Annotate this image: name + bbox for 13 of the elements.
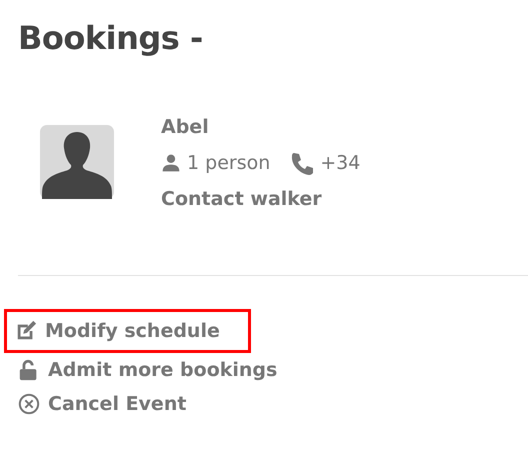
action-link[interactable]: Admit more bookings	[18, 356, 278, 384]
phone-icon	[290, 151, 314, 175]
edit-icon	[15, 320, 37, 342]
contact-link[interactable]: Contact walker	[161, 185, 374, 213]
page-title: Bookings -	[18, 18, 204, 59]
avatar-icon	[40, 125, 114, 199]
action-link[interactable]: Cancel Event	[18, 390, 186, 418]
booker-name: Abel	[161, 115, 210, 140]
person-icon	[161, 153, 181, 173]
action-link[interactable]: Modify schedule	[7, 312, 248, 350]
people-count: 1 person	[187, 151, 270, 176]
cancel-icon	[18, 393, 40, 415]
phone-number: +34	[320, 151, 360, 176]
